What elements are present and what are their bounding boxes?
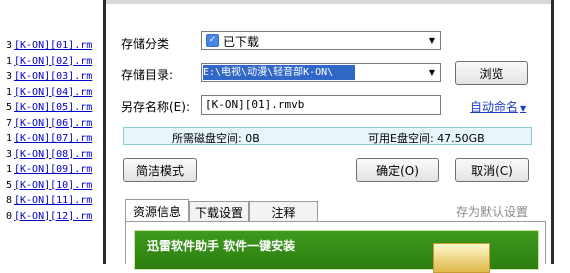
file-row-number: 8: [5, 195, 12, 206]
directory-select[interactable]: E:\电视\动漫\轻音部K-ON\ ▼: [201, 63, 441, 82]
file-list-item: 1 [K-ON][04].rm: [0, 85, 92, 100]
new-task-dialog: 存储分类 ✓ 已下载 ▼ 存储目录: E:\电视\动漫\轻音部K-ON\ ▼ 浏…: [103, 0, 554, 273]
dialog-title-bar: [106, 0, 551, 4]
file-list-item: 5 [K-ON][05].rm: [0, 100, 92, 115]
directory-label: 存储目录:: [121, 68, 174, 82]
file-row-number: 0: [5, 210, 12, 222]
browse-button[interactable]: 浏览: [455, 61, 528, 85]
file-link[interactable]: [K-ON][07].rm: [14, 131, 92, 146]
file-link[interactable]: [K-ON][09].rm: [14, 162, 92, 177]
file-row-number: 7: [5, 117, 12, 129]
cancel-button[interactable]: 取消(C): [455, 158, 529, 182]
file-link[interactable]: [K-ON][08].rm: [14, 147, 92, 162]
category-select[interactable]: ✓ 已下载 ▼: [201, 31, 441, 50]
banner-text: 迅雷软件助手 软件一键安装: [147, 239, 296, 253]
file-list-item: 3 [K-ON][03].rm: [0, 69, 92, 84]
file-link[interactable]: [K-ON][04].rm: [14, 85, 92, 100]
file-row-number: 5: [5, 179, 12, 191]
file-list-item: 1 [K-ON][07].rm: [0, 131, 92, 146]
ok-button[interactable]: 确定(O): [356, 158, 439, 182]
dropdown-arrow-icon: ▼: [520, 104, 527, 113]
saveas-input[interactable]: [K-ON][01].rmvb: [201, 95, 441, 115]
file-list-item: 5 [K-ON][10].rm: [0, 178, 92, 193]
file-list-item: 3 [K-ON][08].rm: [0, 147, 92, 162]
file-link[interactable]: [K-ON][01].rm: [14, 38, 92, 53]
space-required: 所需磁盘空间: 0B: [172, 132, 260, 145]
file-link[interactable]: [K-ON][03].rm: [14, 69, 92, 84]
file-row-number: 5: [5, 102, 12, 113]
file-list-item: 1 [K-ON][02].rm: [0, 54, 92, 69]
auto-name-label: 自动命名: [470, 100, 519, 114]
tab-notes[interactable]: 注释: [249, 201, 318, 222]
file-list-item: 7 [K-ON][06].rm: [0, 116, 92, 131]
file-row-number: 1: [5, 133, 12, 144]
set-default-link[interactable]: 存为默认设置: [456, 203, 528, 220]
file-row-number: 3: [5, 40, 12, 51]
file-list-item: 8 [K-ON][11].rm: [0, 193, 92, 208]
file-list-item: 0 [K-ON][12].rm: [0, 209, 92, 224]
file-link[interactable]: [K-ON][06].rm: [14, 116, 92, 131]
file-link[interactable]: [K-ON][12].rm: [14, 209, 92, 224]
space-available: 可用E盘空间: 47.50GB: [368, 132, 485, 145]
tab-panel: 迅雷软件助手 软件一键安装: [125, 221, 546, 273]
directory-value: E:\电视\动漫\轻音部K-ON\: [203, 65, 355, 80]
file-list-item: 3 [K-ON][01].rm: [0, 38, 92, 53]
file-row-number: 3: [5, 71, 12, 82]
chevron-down-icon: ▼: [428, 36, 436, 45]
file-link[interactable]: [K-ON][10].rm: [14, 178, 92, 193]
promo-banner[interactable]: 迅雷软件助手 软件一键安装: [134, 230, 539, 273]
checkbox-icon: ✓: [206, 34, 219, 47]
category-label: 存储分类: [121, 37, 170, 51]
tab-download-settings[interactable]: 下载设置: [189, 201, 249, 222]
chevron-down-icon: ▼: [428, 68, 436, 77]
auto-name-link[interactable]: 自动命名 ▼: [470, 98, 526, 115]
disk-space-box: 所需磁盘空间: 0B 可用E盘空间: 47.50GB: [123, 127, 532, 145]
saveas-label: 另存名称(E):: [121, 100, 190, 114]
file-link[interactable]: [K-ON][11].rm: [14, 193, 92, 208]
file-row-number: 3: [5, 148, 12, 160]
file-link[interactable]: [K-ON][05].rm: [14, 100, 92, 115]
tab-resource-info[interactable]: 资源信息: [125, 199, 189, 222]
file-row-number: 1: [5, 55, 12, 67]
simple-mode-button[interactable]: 简洁模式: [123, 158, 197, 182]
file-list-item: 1 [K-ON][09].rm: [0, 162, 92, 177]
file-row-number: 1: [5, 164, 12, 175]
category-value: 已下载: [223, 35, 260, 49]
software-box-icon: [433, 243, 490, 273]
file-link[interactable]: [K-ON][02].rm: [14, 54, 92, 69]
file-row-number: 1: [5, 86, 12, 98]
